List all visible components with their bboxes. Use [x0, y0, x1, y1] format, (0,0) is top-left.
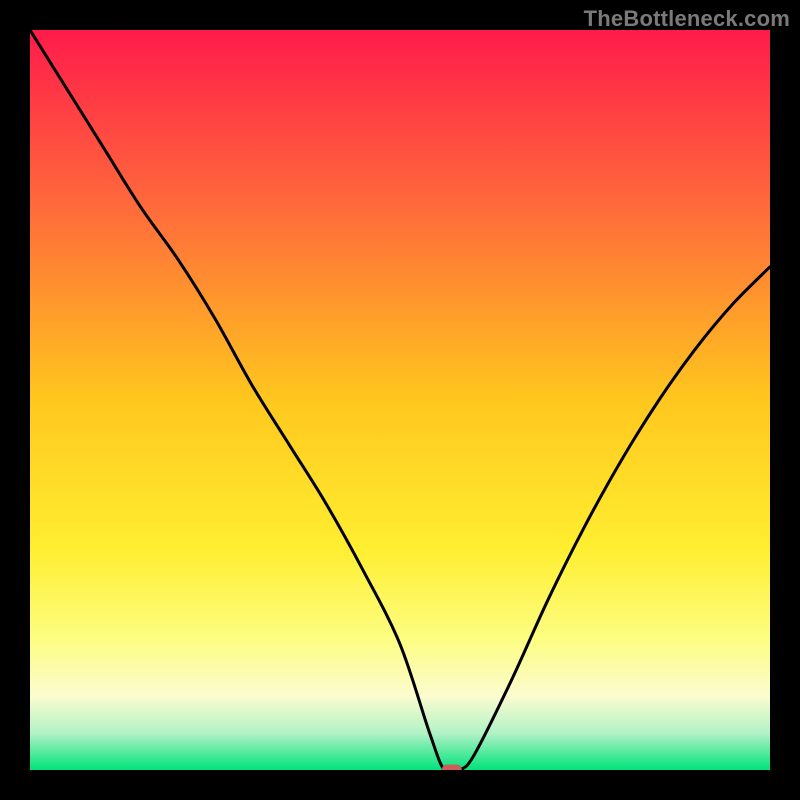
plot-area	[30, 30, 770, 770]
watermark-label: TheBottleneck.com	[584, 6, 790, 32]
chart-svg	[30, 30, 770, 770]
optimal-marker	[442, 765, 462, 771]
chart-frame: TheBottleneck.com	[0, 0, 800, 800]
